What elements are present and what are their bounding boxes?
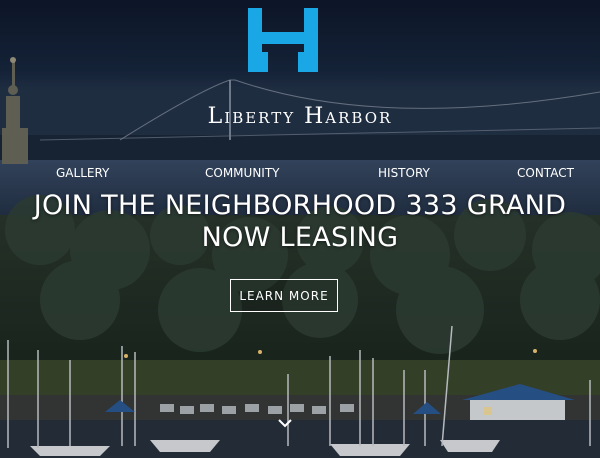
nav-item-community[interactable]: COMMUNITY (205, 166, 280, 180)
nav-item-history[interactable]: HISTORY (378, 166, 430, 180)
hero-headline-line1: JOIN THE NEIGHBORHOOD 333 GRAND (33, 190, 567, 221)
hero-headline-line2: NOW LEASING (201, 222, 399, 253)
liberty-harbor-logo-icon (248, 8, 318, 72)
nav-item-contact[interactable]: CONTACT (517, 166, 574, 180)
chevron-down-icon (278, 419, 292, 428)
nav-item-gallery[interactable]: GALLERY (56, 166, 109, 180)
learn-more-button[interactable]: LEARN MORE (230, 279, 338, 312)
main-nav: GALLERY COMMUNITY HISTORY CONTACT (0, 160, 600, 186)
hero-section: Liberty Harbor GALLERY COMMUNITY HISTORY… (0, 0, 600, 458)
hero-headline: JOIN THE NEIGHBORHOOD 333 GRAND NOW LEAS… (0, 190, 600, 254)
scroll-down-button[interactable] (277, 414, 293, 428)
brand-logo[interactable] (248, 8, 318, 72)
brand-name: Liberty Harbor (207, 104, 393, 129)
